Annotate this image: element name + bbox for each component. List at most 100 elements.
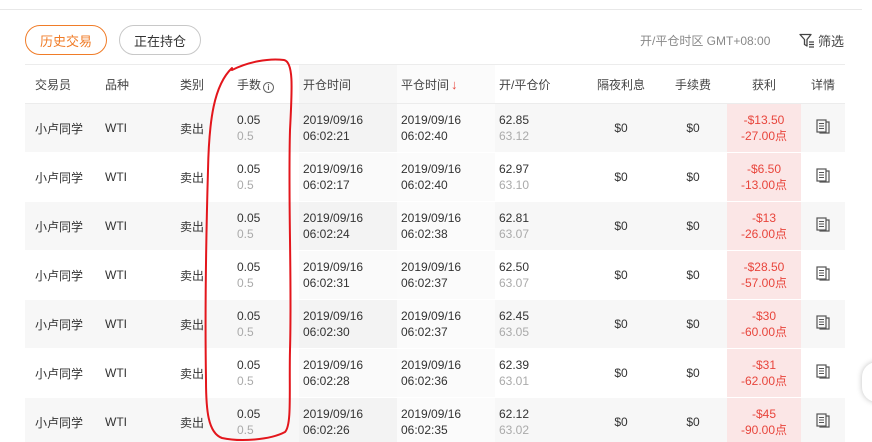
close-time: 06:02:37 xyxy=(401,325,448,339)
cell-open-time: 2019/09/16 06:02:17 xyxy=(299,152,397,202)
cell-symbol: WTI xyxy=(105,103,180,153)
open-price: 62.45 xyxy=(499,309,530,323)
cell-open-time: 2019/09/16 06:02:28 xyxy=(299,348,397,398)
cell-close-time: 2019/09/16 06:02:35 xyxy=(397,397,495,442)
col-header-open-time[interactable]: 开仓时间 xyxy=(299,64,397,104)
table-row[interactable]: 小卢同学 WTI 卖出 0.05 0.5 2019/09/16 06:02:31 2019/0… xyxy=(25,250,845,300)
open-price: 62.39 xyxy=(499,358,530,372)
cell-close-time: 2019/09/16 06:02:37 xyxy=(397,250,495,300)
cell-price: 62.45 63.05 xyxy=(495,299,583,349)
cell-profit: -$13 -26.00点 xyxy=(727,201,801,251)
lots-sub-value: 0.5 xyxy=(237,178,254,192)
table-row[interactable]: 小卢同学 WTI 卖出 0.05 0.5 2019/09/16 06:02:30 2019/0… xyxy=(25,299,845,349)
col-header-close-time-label: 平仓时间 xyxy=(401,77,450,92)
lots-value: 0.05 xyxy=(237,260,261,274)
document-icon[interactable] xyxy=(816,119,830,137)
close-time: 06:02:35 xyxy=(401,423,448,437)
open-time: 06:02:26 xyxy=(303,423,350,437)
open-price: 62.50 xyxy=(499,260,530,274)
filter-label: 筛选 xyxy=(818,34,845,49)
cell-close-time: 2019/09/16 06:02:40 xyxy=(397,152,495,202)
profit-amount: -$13 xyxy=(751,211,777,225)
table-row[interactable]: 小卢同学 WTI 卖出 0.05 0.5 2019/09/16 06:02:26 2019/0… xyxy=(25,397,845,442)
document-icon[interactable] xyxy=(816,217,830,235)
cell-detail xyxy=(801,201,845,251)
table-row[interactable]: 小卢同学 WTI 卖出 0.05 0.5 2019/09/16 06:02:28 2019/0… xyxy=(25,348,845,398)
filter-button[interactable]: 筛选 xyxy=(799,31,844,50)
cell-lots: 0.05 0.5 xyxy=(237,250,299,300)
col-header-trader[interactable]: 交易员 xyxy=(25,64,105,104)
lots-value: 0.05 xyxy=(237,358,261,372)
document-icon[interactable] xyxy=(816,413,830,431)
info-icon[interactable]: i xyxy=(263,81,275,93)
cell-price: 62.85 63.12 xyxy=(495,103,583,153)
open-date: 2019/09/16 xyxy=(303,358,364,372)
document-icon[interactable] xyxy=(816,266,830,284)
profit-amount: -$30 xyxy=(751,309,777,323)
lots-sub-value: 0.5 xyxy=(237,276,254,290)
lots-value: 0.05 xyxy=(237,407,261,421)
tab-open-positions[interactable]: 正在持仓 xyxy=(119,25,202,55)
col-header-profit[interactable]: 获利 xyxy=(727,64,801,104)
filter-icon xyxy=(799,33,815,48)
close-price: 63.07 xyxy=(499,227,530,241)
profit-points: -60.00点 xyxy=(740,325,788,339)
col-header-lots[interactable]: 手数 i xyxy=(237,64,299,104)
cell-price: 62.97 63.10 xyxy=(495,152,583,202)
open-date: 2019/09/16 xyxy=(303,260,364,274)
col-header-type[interactable]: 类别 xyxy=(180,64,237,104)
cell-detail xyxy=(801,299,845,349)
close-date: 2019/09/16 xyxy=(401,260,462,274)
col-header-detail: 详情 xyxy=(801,64,845,104)
cell-fee: $0 xyxy=(659,397,727,442)
cell-profit: -$30 -60.00点 xyxy=(727,299,801,349)
floating-side-button[interactable] xyxy=(862,362,872,402)
profit-amount: -$28.50 xyxy=(743,260,785,274)
cell-trader: 小卢同学 xyxy=(25,299,105,349)
open-date: 2019/09/16 xyxy=(303,113,364,127)
cell-lots: 0.05 0.5 xyxy=(237,103,299,153)
cell-type: 卖出 xyxy=(180,103,237,153)
profit-points: -27.00点 xyxy=(740,129,788,143)
profit-points: -90.00点 xyxy=(740,423,788,437)
cell-swap: $0 xyxy=(583,201,659,251)
cell-detail xyxy=(801,348,845,398)
cell-price: 62.50 63.07 xyxy=(495,250,583,300)
profit-points: -13.00点 xyxy=(740,178,788,192)
open-time: 06:02:21 xyxy=(303,129,350,143)
close-date: 2019/09/16 xyxy=(401,211,462,225)
table-row[interactable]: 小卢同学 WTI 卖出 0.05 0.5 2019/09/16 06:02:17 2019/0… xyxy=(25,152,845,202)
cell-detail xyxy=(801,152,845,202)
col-header-price[interactable]: 开/平仓价 xyxy=(495,64,583,104)
open-date: 2019/09/16 xyxy=(303,407,364,421)
cell-profit: -$6.50 -13.00点 xyxy=(727,152,801,202)
document-icon[interactable] xyxy=(816,315,830,333)
cell-swap: $0 xyxy=(583,299,659,349)
close-date: 2019/09/16 xyxy=(401,309,462,323)
cell-trader: 小卢同学 xyxy=(25,103,105,153)
col-header-fee[interactable]: 手续费 xyxy=(659,64,727,104)
lots-value: 0.05 xyxy=(237,211,261,225)
open-date: 2019/09/16 xyxy=(303,309,364,323)
document-icon[interactable] xyxy=(816,364,830,382)
col-header-symbol[interactable]: 品种 xyxy=(105,64,180,104)
profit-points: -57.00点 xyxy=(740,276,788,290)
cell-type: 卖出 xyxy=(180,348,237,398)
cell-swap: $0 xyxy=(583,103,659,153)
tab-history[interactable]: 历史交易 xyxy=(25,25,108,55)
profit-amount: -$6.50 xyxy=(746,162,782,176)
open-time: 06:02:28 xyxy=(303,374,350,388)
close-price: 63.10 xyxy=(499,178,530,192)
tab-bar: 历史交易 正在持仓 xyxy=(25,25,202,55)
cell-detail xyxy=(801,103,845,153)
table-header-row: 交易员 品种 类别 手数 i 开仓时间 平仓时间 ↓ 开/平仓价 隔夜利息 手续费 … xyxy=(25,64,845,104)
document-icon[interactable] xyxy=(816,168,830,186)
table-row[interactable]: 小卢同学 WTI 卖出 0.05 0.5 2019/09/16 06:02:24 2019/0… xyxy=(25,201,845,251)
cell-fee: $0 xyxy=(659,348,727,398)
table-row[interactable]: 小卢同学 WTI 卖出 0.05 0.5 2019/09/16 06:02:21 2019/0… xyxy=(25,103,845,153)
col-header-close-time[interactable]: 平仓时间 ↓ xyxy=(397,64,495,104)
col-header-swap[interactable]: 隔夜利息 xyxy=(583,64,659,104)
close-price: 63.07 xyxy=(499,276,530,290)
cell-symbol: WTI xyxy=(105,152,180,202)
cell-swap: $0 xyxy=(583,250,659,300)
